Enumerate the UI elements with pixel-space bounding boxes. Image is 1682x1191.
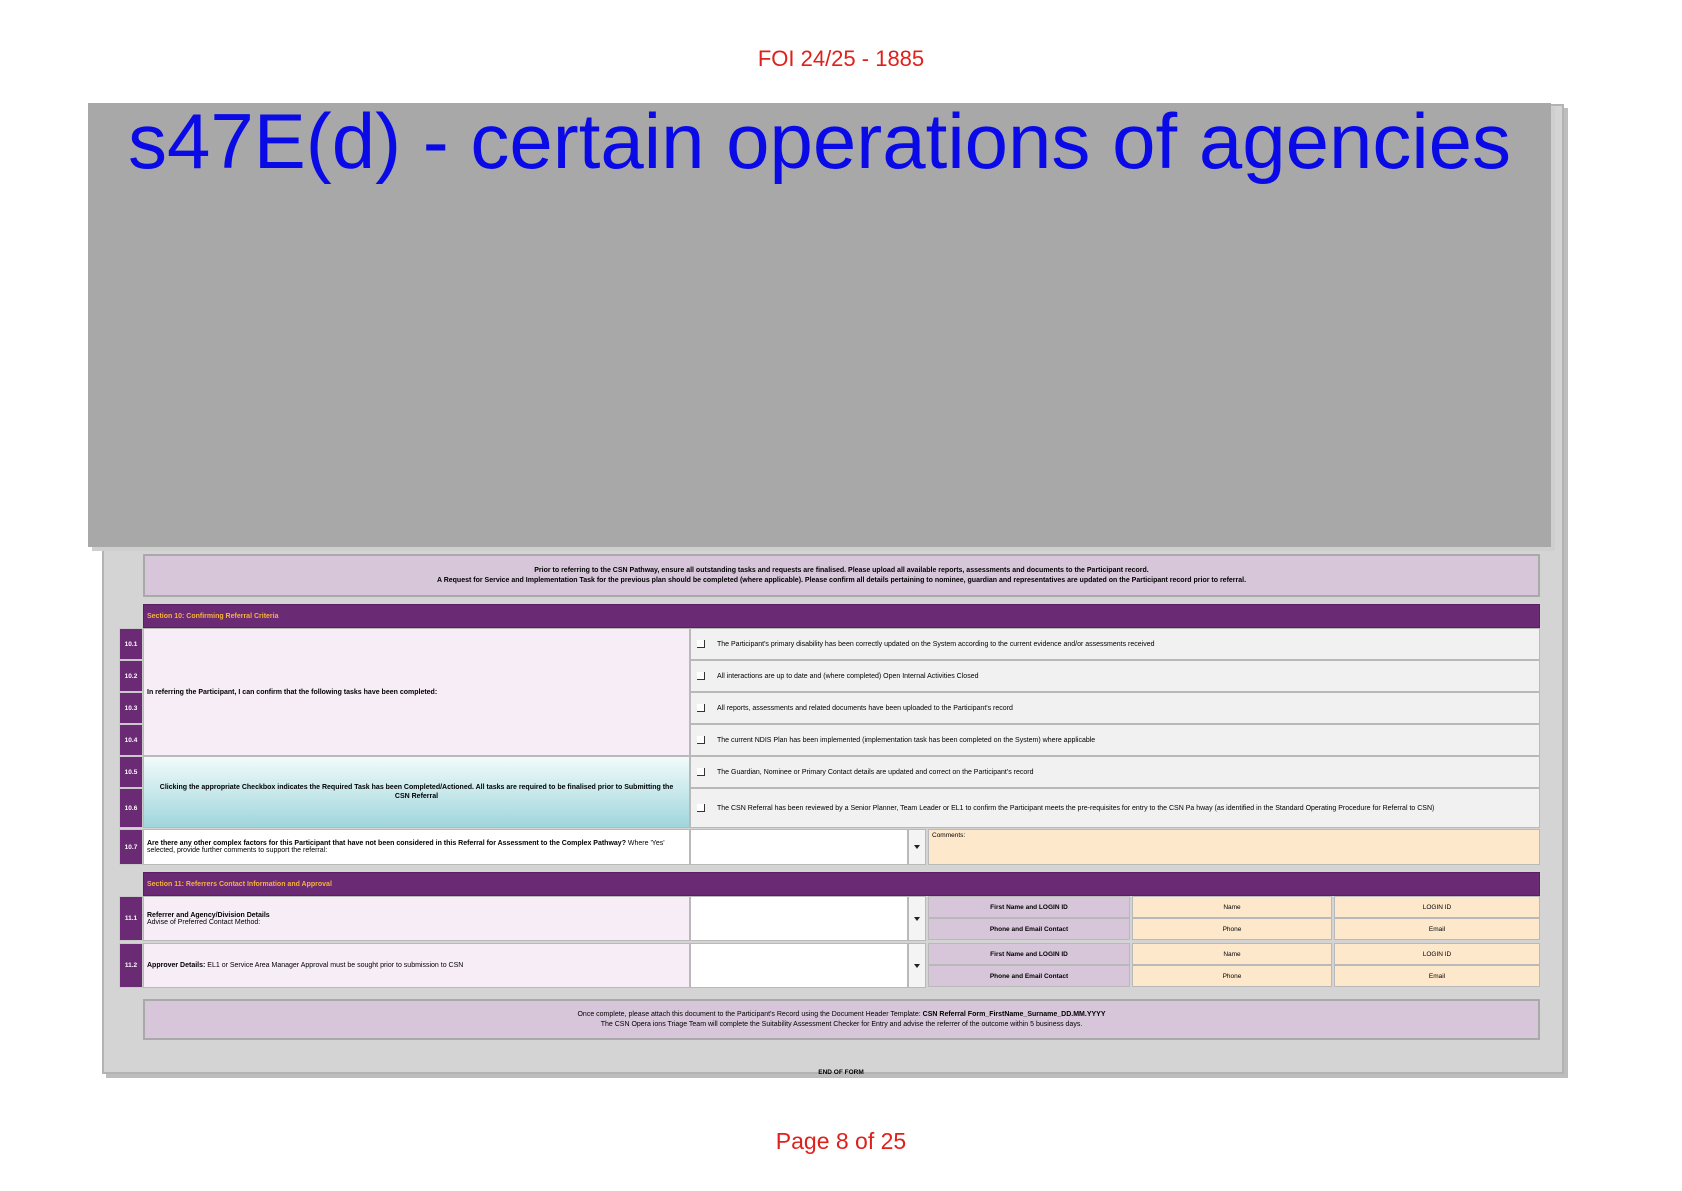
row-number: 10.4: [119, 724, 143, 756]
checklist-text: The CSN Referral has been reviewed by a …: [717, 804, 1435, 812]
approver-name-field[interactable]: Name: [1132, 943, 1332, 965]
section-11-title: Section 11: Referrers Contact Informatio…: [147, 880, 332, 888]
checklist-text: The Participant's primary disability has…: [717, 640, 1155, 648]
dropdown-arrow-button[interactable]: [908, 943, 926, 988]
approver-label-rest: EL1 or Service Area Manager Approval mus…: [205, 962, 464, 969]
checklist-text: All interactions are up to date and (whe…: [717, 672, 979, 680]
checkbox-instruction: Clicking the appropriate Checkbox indica…: [143, 756, 690, 828]
intro-notice-line2: A Request for Service and Implementation…: [436, 576, 1247, 584]
question-bold: Are there any other complex factors for …: [147, 840, 626, 847]
referrer-email-field[interactable]: Email: [1334, 918, 1540, 940]
referrer-phone-field[interactable]: Phone: [1132, 918, 1332, 940]
approver-label: Approver Details: EL1 or Service Area Ma…: [147, 962, 463, 969]
section-10-title: Section 10: Confirming Referral Criteria: [147, 612, 279, 620]
checkbox[interactable]: [697, 768, 705, 776]
phone-email-label: Phone and Email Contact: [928, 918, 1130, 940]
checkbox[interactable]: [697, 704, 705, 712]
section-10-header: Section 10: Confirming Referral Criteria: [143, 604, 1540, 628]
closing-line1-bold: CSN Referral Form_FirstName_Surname_DD.M…: [922, 1011, 1106, 1019]
checklist-text: All reports, assessments and related doc…: [717, 704, 1013, 712]
row-number: 10.1: [119, 628, 143, 660]
checklist-text: The Guardian, Nominee or Primary Contact…: [717, 768, 1034, 776]
checkbox[interactable]: [697, 672, 705, 680]
intro-label-text: In referring the Participant, I can conf…: [147, 688, 438, 696]
approver-phone-field[interactable]: Phone: [1132, 965, 1332, 987]
chevron-down-icon: [914, 916, 920, 921]
contact-method-dropdown[interactable]: [690, 896, 908, 941]
checklist-row[interactable]: The CSN Referral has been reviewed by a …: [690, 788, 1540, 828]
approver-label-bold: Approver Details:: [147, 962, 206, 969]
first-name-login-label: First Name and LOGIN ID: [928, 943, 1130, 965]
checklist-row[interactable]: The current NDIS Plan has been implement…: [690, 724, 1540, 756]
approver-dropdown[interactable]: [690, 943, 908, 988]
approver-email-field[interactable]: Email: [1334, 965, 1540, 987]
comments-field[interactable]: Comments:: [928, 829, 1540, 865]
approver-login-field[interactable]: LOGIN ID: [1334, 943, 1540, 965]
redaction-block: s47E(d) - certain operations of agencies: [88, 97, 1551, 547]
section-10-intro-label: In referring the Participant, I can conf…: [143, 628, 690, 756]
page-number: Page 8 of 25: [775, 1128, 907, 1154]
redaction-label: s47E(d) - certain operations of agencies: [127, 97, 1512, 185]
checklist-row[interactable]: All interactions are up to date and (whe…: [690, 660, 1540, 692]
checkbox[interactable]: [697, 804, 705, 812]
row-number: 10.6: [119, 788, 143, 828]
row-number: 11.1: [119, 896, 143, 941]
closing-line1-start: Once complete, please attach this docume…: [577, 1011, 923, 1019]
referrer-name-field[interactable]: Name: [1132, 896, 1332, 918]
checkbox[interactable]: [697, 640, 705, 648]
referrer-login-field[interactable]: LOGIN ID: [1334, 896, 1540, 918]
row-number: 10.3: [119, 692, 143, 724]
checklist-text: The current NDIS Plan has been implement…: [717, 736, 1096, 744]
section-11-header: Section 11: Referrers Contact Informatio…: [143, 872, 1540, 896]
complex-factors-question: Are there any other complex factors for …: [143, 829, 690, 865]
closing-line1: Once complete, please attach this docume…: [145, 1010, 1538, 1019]
intro-notice: Prior to referring to the CSN Pathway, e…: [143, 554, 1540, 597]
phone-email-label: Phone and Email Contact: [928, 965, 1130, 987]
complex-factors-dropdown[interactable]: [690, 829, 908, 865]
end-of-form-label: END OF FORM: [818, 1069, 864, 1076]
closing-line2: The CSN Opera ions Triage Team will comp…: [600, 1020, 1083, 1028]
comments-label: Comments:: [932, 832, 966, 839]
instruction-text: Clicking the appropriate Checkbox indica…: [159, 783, 674, 800]
chevron-down-icon: [914, 845, 920, 849]
intro-notice-line1: Prior to referring to the CSN Pathway, e…: [534, 567, 1149, 575]
referrer-label-bold: Referrer and Agency/Division Details: [147, 911, 270, 919]
chevron-down-icon: [914, 963, 920, 968]
dropdown-arrow-button[interactable]: [908, 896, 926, 941]
referrer-details-label: Referrer and Agency/Division Details Adv…: [143, 896, 690, 941]
row-number: 10.7: [119, 829, 143, 865]
approver-details-label: Approver Details: EL1 or Service Area Ma…: [143, 943, 690, 988]
checklist-row[interactable]: The Guardian, Nominee or Primary Contact…: [690, 756, 1540, 788]
checklist-row[interactable]: The Participant's primary disability has…: [690, 628, 1540, 660]
checkbox[interactable]: [697, 736, 705, 744]
question-text: Are there any other complex factors for …: [147, 840, 686, 854]
foi-reference: FOI 24/25 - 1885: [757, 46, 925, 71]
first-name-login-label: First Name and LOGIN ID: [928, 896, 1130, 918]
dropdown-arrow-button[interactable]: [908, 829, 926, 865]
closing-notice: Once complete, please attach this docume…: [143, 999, 1540, 1040]
row-number: 10.2: [119, 660, 143, 692]
checklist-row[interactable]: All reports, assessments and related doc…: [690, 692, 1540, 724]
row-number: 11.2: [119, 943, 143, 988]
row-number: 10.5: [119, 756, 143, 788]
referrer-label-rest: Advise of Preferred Contact Method:: [147, 918, 261, 926]
